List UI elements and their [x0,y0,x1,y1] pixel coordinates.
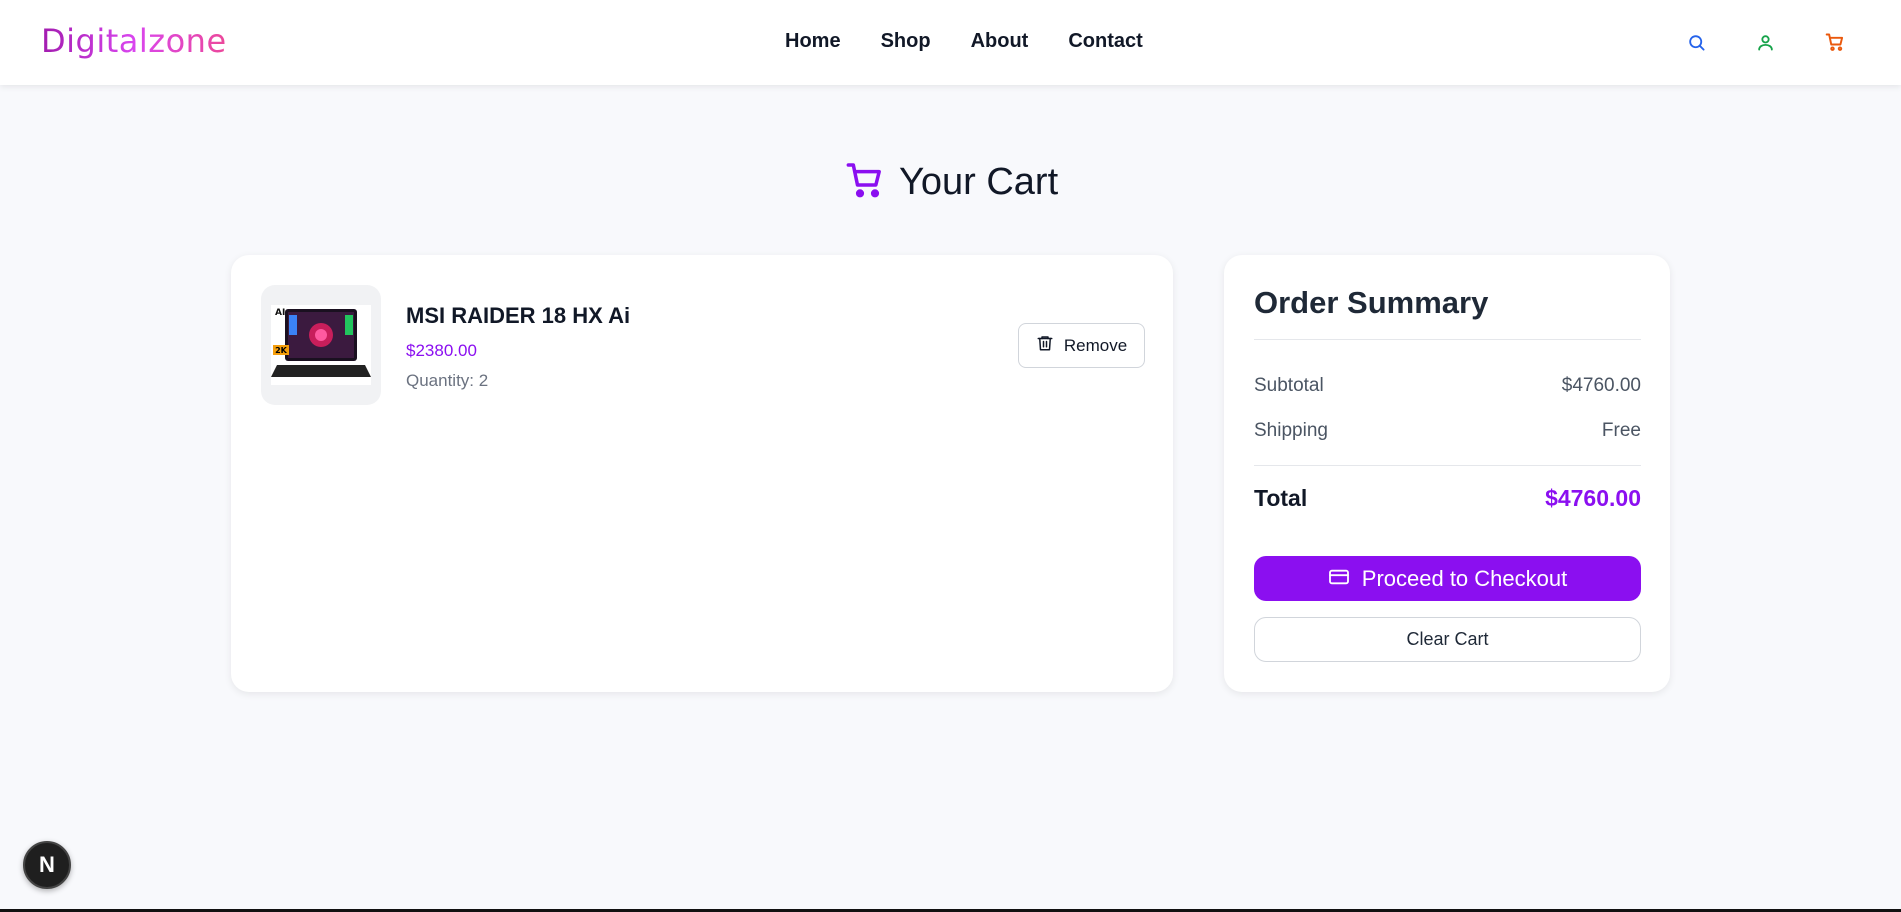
total-label: Total [1254,485,1308,511]
laptop-image: 2K AI [271,305,371,385]
total-divider [1254,465,1641,466]
clear-cart-button[interactable]: Clear Cart [1254,617,1641,662]
page-title: Your Cart [845,160,1058,205]
subtotal-label: Subtotal [1254,375,1324,396]
nav-home[interactable]: Home [785,30,841,53]
nav-about[interactable]: About [971,30,1029,53]
main-nav: Home Shop About Contact [785,30,1143,53]
shipping-label: Shipping [1254,420,1328,441]
total-value: $4760.00 [1545,485,1641,511]
svg-text:AI: AI [275,308,285,318]
page-title-text: Your Cart [899,161,1059,203]
order-summary-panel: Order Summary Subtotal $4760.00 Shipping… [1224,255,1670,692]
credit-card-icon [1328,566,1350,592]
user-icon[interactable] [1754,31,1776,53]
product-quantity: Quantity: 2 [406,371,489,390]
svg-text:2K: 2K [275,346,288,355]
cart-items-panel: 2K AI MSI RAIDER 18 HX Ai $2380.00 Quant… [231,255,1173,692]
summary-divider [1254,339,1641,340]
product-thumbnail[interactable]: 2K AI [261,285,381,405]
remove-button[interactable]: Remove [1018,323,1145,368]
product-name[interactable]: MSI RAIDER 18 HX Ai [406,303,630,329]
site-logo[interactable]: Digitalzone [41,22,227,60]
product-price: $2380.00 [406,341,477,360]
nav-shop[interactable]: Shop [881,30,931,53]
cart-icon[interactable] [1824,31,1846,53]
subtotal-value: $4760.00 [1561,375,1641,396]
order-summary-title: Order Summary [1254,285,1489,320]
shipping-value: Free [1601,420,1641,441]
trash-icon [1036,334,1054,357]
search-icon[interactable] [1685,31,1707,53]
remove-button-label: Remove [1063,335,1128,355]
checkout-button[interactable]: Proceed to Checkout [1254,556,1641,601]
checkout-button-label: Proceed to Checkout [1361,565,1568,591]
nav-contact[interactable]: Contact [1068,30,1142,53]
cart-title-icon [845,160,885,205]
nextjs-badge[interactable]: N [23,841,71,889]
site-header: Digitalzone Home Shop About Contact [0,0,1901,85]
